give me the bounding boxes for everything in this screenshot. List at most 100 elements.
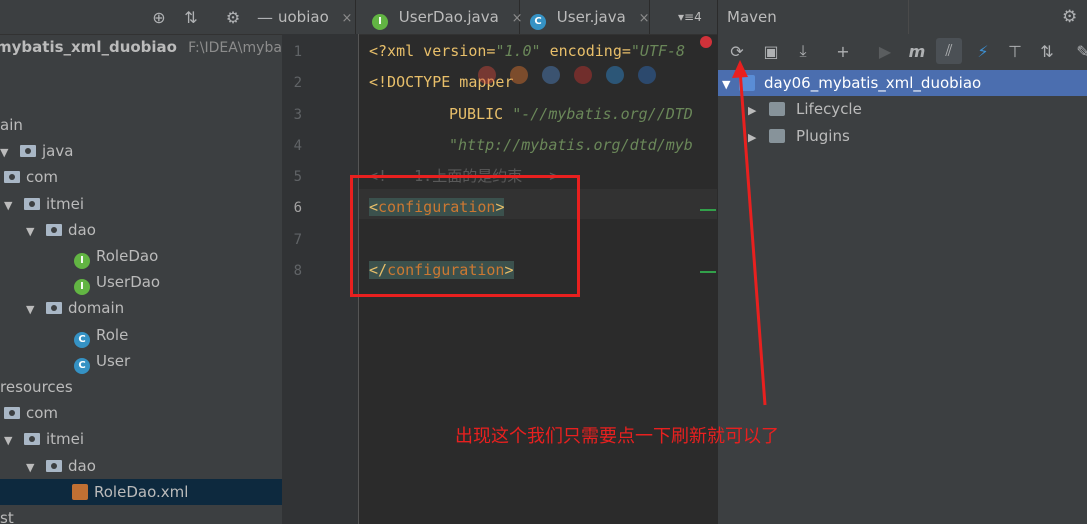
tree-item-label: dao [68,456,96,475]
tree-item[interactable]: I RoleDao [0,243,282,269]
m-icon[interactable]: m [904,38,930,64]
project-tree: ain ▼ java com ▼ itmei ▼ dao I RoleDao I UserDao ▼ do… [0,112,282,524]
gear-icon[interactable]: ⚙ [222,6,244,28]
tree-item[interactable]: C User [0,348,282,374]
interface-icon: I [74,279,90,296]
tab-user[interactable]: C User.java × [524,0,650,34]
refresh-icon[interactable]: ⟳ [724,38,750,64]
line-number: 3 [293,107,302,123]
code-token: "1.0" [495,42,541,60]
editor-tab-bar: uobiao × I UserDao.java × C User.java × … [278,0,717,35]
tab-overflow-button[interactable]: ▾≡4 [676,0,717,34]
minimize-icon[interactable]: — [254,6,276,28]
maven-lifecycle-row[interactable]: ▶ Lifecycle [748,96,862,122]
maven-project-name: day06_mybatis_xml_duobiao [764,74,982,92]
expand-arrow-icon[interactable]: ▼ [722,78,730,91]
package-icon [4,171,20,184]
edge-icon[interactable] [638,66,656,84]
tree-item-label: RoleDao [96,247,159,265]
annotation-highlight-box [350,175,580,297]
tree-item-label: User [96,351,131,370]
tree-item[interactable]: com [0,400,282,426]
tab-label: User.java [556,8,626,26]
tab-userdao[interactable]: I UserDao.java × [366,0,523,34]
line-number: 8 [293,263,302,279]
line-number: 6 [293,200,302,216]
close-icon[interactable]: × [512,11,523,26]
code-token: encoding= [540,42,631,60]
expand-arrow-icon[interactable]: ▶ [748,104,756,117]
expand-arrow-icon[interactable]: ▼ [4,428,18,454]
project-panel: ⊕ ⇅ ⚙ — mybatis_xml_duobiao F:\IDEA\myba… [0,0,282,524]
tree-item[interactable]: C Role [0,322,282,348]
interface-icon: I [74,253,90,269]
tree-item-label: resources [0,378,73,396]
tree-item-label: com [26,404,59,423]
change-marker [700,209,716,211]
tree-item-label: ain [0,116,23,134]
tree-item[interactable]: com [0,164,282,190]
tree-item-label: com [26,168,59,187]
maven-title: Maven [727,8,777,26]
package-icon [4,407,20,420]
gear-icon[interactable]: ⚙ [1062,0,1077,34]
thunder-icon[interactable]: ⚡ [970,38,996,64]
close-icon[interactable]: × [342,11,353,26]
collapse-icon[interactable]: ⇅ [180,6,202,28]
tree-item[interactable]: ▼ java [0,138,282,164]
class-icon: C [74,357,90,374]
maven-plugins-row[interactable]: ▶ Plugins [748,123,850,149]
tree-item-label: RoleDao.xml [94,482,189,501]
plus-icon[interactable]: + [830,38,856,64]
add-folder-icon[interactable]: ▣ [758,38,784,64]
line-number: 5 [293,169,302,185]
run-icon[interactable]: ▶ [872,38,898,64]
globe-icon[interactable]: ⊕ [148,6,170,28]
tree-item[interactable]: RoleDao.xml [0,478,282,505]
expand-arrow-icon[interactable]: ▼ [26,297,40,323]
tree-item[interactable]: ▼ itmei [0,191,282,217]
line-number: 1 [293,44,302,60]
opera-icon[interactable] [574,66,592,84]
expand-arrow-icon[interactable]: ▼ [26,455,40,481]
code-token: PUBLIC [449,105,513,123]
toggle-offline-icon[interactable]: ⫽ [936,38,962,64]
ie-icon[interactable] [606,66,624,84]
tree-item[interactable]: ▼ domain [0,295,282,321]
expand-arrow-icon[interactable]: ▼ [0,140,14,166]
project-root-path: F:\IDEA\mybatis\ [188,40,282,56]
show-deps-icon[interactable]: ⊤ [1002,38,1028,64]
safari-icon[interactable] [542,66,560,84]
wrench-icon[interactable]: ✎ [1070,38,1087,64]
expand-arrow-icon[interactable]: ▼ [4,193,18,219]
tree-item[interactable]: resources [0,374,282,400]
maven-project-row[interactable]: ▼ day06_mybatis_xml_duobiao [718,70,1087,96]
maven-module-icon [739,75,756,91]
maven-toolbar: ⟳ ▣ ⤓ + ▶ m ⫽ ⚡ ⊤ ⇅ ✎ [718,38,1087,66]
tab-duobiao[interactable]: uobiao × [278,0,356,34]
line-number: 2 [293,75,302,91]
interface-icon: I [372,14,388,30]
tree-item-label: dao [68,220,96,239]
expand-arrow-icon[interactable]: ▶ [748,131,756,144]
package-icon [46,223,62,236]
tree-item-label: java [42,142,74,161]
expand-arrow-icon[interactable]: ▼ [26,219,40,245]
download-icon[interactable]: ⤓ [790,38,816,64]
code-token: <?xml version= [369,42,496,60]
project-root-row[interactable]: mybatis_xml_duobiao F:\IDEA\mybatis\ [0,34,282,60]
close-icon[interactable]: × [639,11,650,26]
tree-item[interactable]: ain [0,112,282,138]
chrome-icon[interactable] [478,66,496,84]
tree-item[interactable]: I UserDao [0,269,282,296]
maven-lifecycle-label: Lifecycle [796,100,862,118]
tree-item-label: st [0,509,14,524]
tree-item[interactable]: st [0,505,282,524]
tree-item[interactable]: ▼ itmei [0,426,282,452]
collapse-all-icon[interactable]: ⇅ [1034,38,1060,64]
tree-item[interactable]: ▼ dao [0,453,282,479]
error-indicator-icon[interactable] [700,36,712,48]
project-root-name: mybatis_xml_duobiao [0,38,177,56]
firefox-icon[interactable] [510,66,528,84]
tree-item[interactable]: ▼ dao [0,217,282,243]
